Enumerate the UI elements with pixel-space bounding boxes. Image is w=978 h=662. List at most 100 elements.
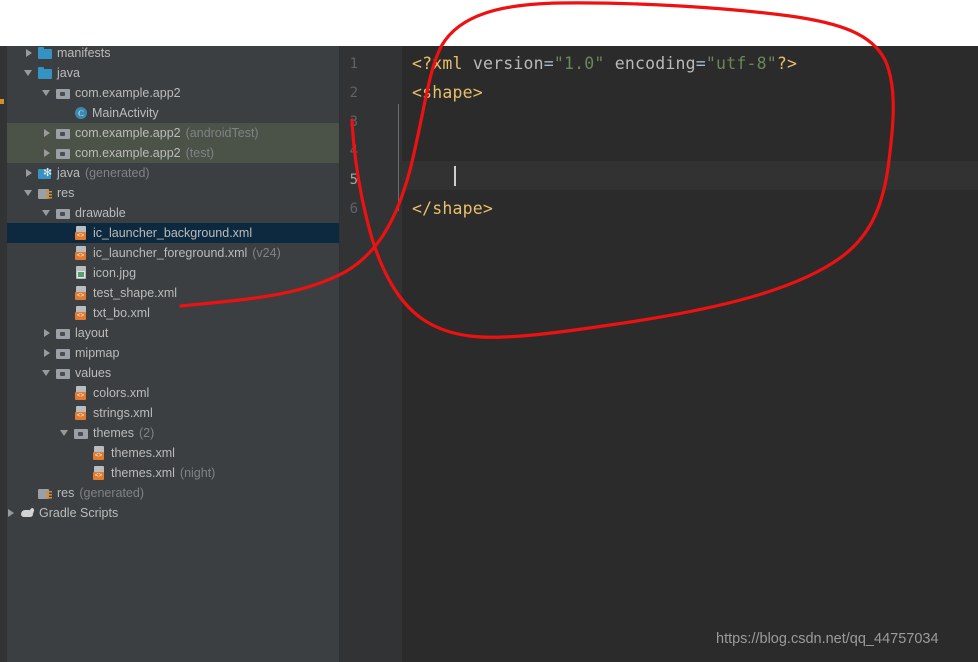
tree-item-label: strings.xml [93, 406, 153, 420]
tree-item-strings[interactable]: strings.xml [0, 403, 340, 423]
tree-item-themes-night[interactable]: themes.xml (night) [0, 463, 340, 483]
tree-toggle-empty [60, 228, 71, 239]
folder-res-icon [38, 486, 53, 501]
tree-item-themes[interactable]: themes.xml [0, 443, 340, 463]
token-tag: ?> [776, 54, 798, 73]
tree-item-res[interactable]: res [0, 183, 340, 203]
token-plain: = [543, 54, 554, 73]
folder-gray-icon [56, 366, 71, 381]
token-plain: = [695, 54, 706, 73]
tree-indent-spacer [0, 313, 60, 314]
folder-gray-icon [56, 326, 71, 341]
project-tree-panel[interactable]: manifests java com.example.app2 MainActivit… [0, 46, 340, 662]
tree-item-suffix: (generated) [79, 486, 144, 500]
watermark-text: https://blog.csdn.net/qq_44757034 [716, 631, 939, 647]
code-line-2: <shape> [412, 83, 483, 102]
tree-toggle-empty [60, 408, 71, 419]
tree-item-values[interactable]: values [0, 363, 340, 383]
tree-item-label: MainActivity [92, 106, 159, 120]
tree-indent-spacer [0, 473, 78, 474]
tree-item-colors[interactable]: colors.xml [0, 383, 340, 403]
folder-blue-icon [38, 66, 53, 81]
tree-item-gradle-scripts[interactable]: Gradle Scripts [0, 503, 340, 523]
chevron-down-icon[interactable] [42, 368, 53, 379]
tree-item-suffix: (androidTest) [185, 126, 259, 140]
tree-item-label: colors.xml [93, 386, 150, 400]
tree-item-package-test[interactable]: com.example.app2 (test) [0, 143, 340, 163]
tree-item-icon-jpg[interactable]: icon.jpg [0, 263, 340, 283]
tree-item-label: manifests [57, 46, 111, 60]
xml-file-icon [74, 245, 89, 261]
tree-item-package-androidtest[interactable]: com.example.app2 (androidTest) [0, 123, 340, 143]
tree-item-label: icon.jpg [93, 266, 137, 280]
token-attr: version [472, 54, 544, 73]
tree-item-label: values [75, 366, 112, 380]
folder-res-icon [38, 186, 53, 201]
chevron-right-icon[interactable] [6, 508, 17, 519]
top-white-strip [0, 0, 978, 46]
chevron-right-icon[interactable] [24, 48, 35, 59]
code-line-6: </shape> [412, 199, 493, 218]
tree-item-label: layout [75, 326, 109, 340]
tree-item-txt-bo[interactable]: txt_bo.xml [0, 303, 340, 323]
tree-item-package-main[interactable]: com.example.app2 [0, 83, 340, 103]
editor-text-area[interactable]: <?xml version="1.0" encoding="utf-8"?> <s… [402, 46, 978, 662]
editor-gutter[interactable]: 1 2 3 4 5 6 [340, 46, 745, 662]
tree-item-ic-launcher-background[interactable]: ic_launcher_background.xml [0, 223, 340, 243]
line-number-2: 2 [349, 85, 358, 101]
active-line-highlight [402, 161, 978, 190]
folder-blue-icon [38, 46, 53, 61]
chevron-down-icon[interactable] [42, 88, 53, 99]
tree-item-res-generated[interactable]: res (generated) [0, 483, 340, 503]
line-number-1: 1 [349, 56, 358, 72]
tree-item-mipmap[interactable]: mipmap [0, 343, 340, 363]
tree-item-label: drawable [75, 206, 126, 220]
folder-gray-icon [74, 426, 89, 441]
tree-indent-spacer [0, 413, 60, 414]
tree-left-strip [0, 46, 7, 662]
tree-toggle-empty [24, 488, 35, 499]
token-tag: </shape> [412, 199, 494, 218]
tree-item-test-shape[interactable]: test_shape.xml [0, 283, 340, 303]
folder-gray-icon [56, 126, 71, 141]
chevron-down-icon[interactable] [24, 68, 35, 79]
line-number-3: 3 [349, 114, 358, 130]
tree-item-ic-launcher-foreground[interactable]: ic_launcher_foreground.xml (v24) [0, 243, 340, 263]
xml-file-icon [92, 445, 107, 461]
folder-gray-icon [56, 86, 71, 101]
android-studio-window: manifests java com.example.app2 MainActivit… [0, 0, 978, 662]
tree-item-java[interactable]: java [0, 63, 340, 83]
tree-item-manifests[interactable]: manifests [0, 46, 340, 63]
folder-gray-icon [56, 146, 71, 161]
tree-indent-spacer [0, 433, 60, 434]
folder-generated-icon [38, 166, 53, 181]
chevron-down-icon[interactable] [60, 428, 71, 439]
tree-item-label: themes.xml [111, 466, 175, 480]
code-fold-rail [398, 104, 399, 211]
chevron-right-icon[interactable] [42, 348, 53, 359]
tree-item-drawable[interactable]: drawable [0, 203, 340, 223]
image-file-icon [74, 265, 89, 281]
tree-item-layout[interactable]: layout [0, 323, 340, 343]
chevron-right-icon[interactable] [42, 148, 53, 159]
tree-item-label: res [57, 486, 75, 500]
tree-toggle-empty [60, 288, 71, 299]
chevron-right-icon[interactable] [42, 128, 53, 139]
line-number-6: 6 [349, 201, 358, 217]
tree-item-suffix: (generated) [84, 166, 150, 180]
tree-item-mainactivity[interactable]: MainActivity [0, 103, 340, 123]
tree-item-java-generated[interactable]: java (generated) [0, 163, 340, 183]
chevron-right-icon[interactable] [24, 168, 35, 179]
chevron-right-icon[interactable] [42, 328, 53, 339]
tree-item-suffix: (test) [185, 146, 215, 160]
gradle-icon [20, 506, 35, 521]
tree-item-themes-folder[interactable]: themes (2) [0, 423, 340, 443]
tree-change-marker [0, 99, 4, 104]
token-tag: <?xml [412, 54, 473, 73]
xml-file-icon [74, 405, 89, 421]
chevron-down-icon[interactable] [42, 208, 53, 219]
chevron-down-icon[interactable] [24, 188, 35, 199]
tree-indent-spacer [0, 253, 60, 254]
xml-file-icon [74, 285, 89, 301]
